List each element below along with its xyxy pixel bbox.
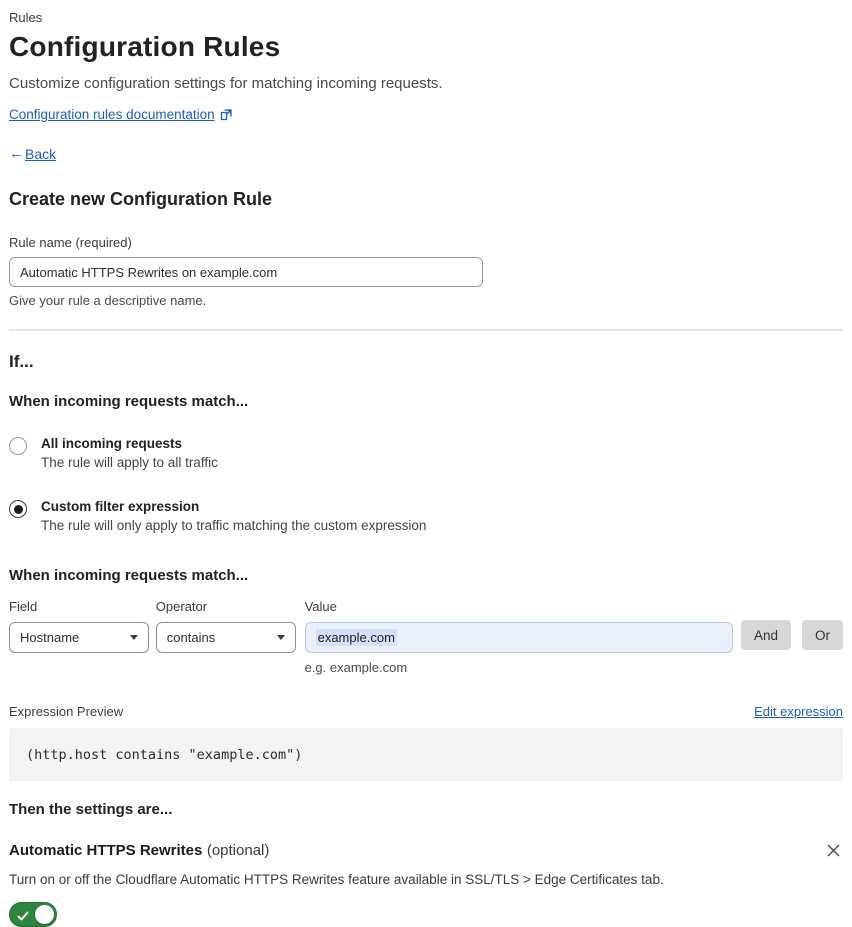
back-arrow-icon: ← bbox=[9, 145, 24, 162]
close-icon[interactable] bbox=[824, 841, 843, 860]
check-icon bbox=[17, 909, 29, 927]
operator-label: Operator bbox=[155, 599, 208, 614]
operator-select-value: contains bbox=[166, 630, 216, 645]
value-helper: e.g. example.com bbox=[304, 660, 408, 675]
setting-name: Automatic HTTPS Rewrites bbox=[9, 841, 203, 859]
toggle-knob[interactable] bbox=[35, 905, 54, 924]
rule-name-input[interactable] bbox=[9, 257, 483, 287]
expression-preview-box: (http.host contains "example.com") bbox=[9, 728, 843, 781]
radio-custom-filter-expression[interactable]: Custom filter expression The rule will o… bbox=[9, 499, 843, 533]
field-select[interactable]: Hostname bbox=[9, 622, 149, 653]
radio-description: The rule will only apply to traffic matc… bbox=[41, 518, 427, 533]
radio-label: Custom filter expression bbox=[41, 499, 200, 514]
section-divider bbox=[9, 329, 843, 331]
or-button[interactable]: Or bbox=[802, 620, 843, 650]
page-title: Configuration Rules bbox=[9, 31, 281, 62]
documentation-link[interactable]: Configuration rules documentation bbox=[9, 107, 215, 122]
expression-code: (http.host contains "example.com") bbox=[26, 746, 303, 763]
rule-name-label: Rule name (required) bbox=[9, 235, 132, 250]
then-heading: Then the settings are... bbox=[9, 801, 173, 818]
back-link[interactable]: Back bbox=[25, 146, 56, 162]
match-heading: When incoming requests match... bbox=[9, 393, 249, 410]
create-rule-heading: Create new Configuration Rule bbox=[9, 189, 273, 209]
radio-description: The rule will apply to all traffic bbox=[41, 455, 218, 470]
chevron-down-icon bbox=[276, 635, 285, 640]
value-label: Value bbox=[304, 599, 337, 614]
radio-selected-icon[interactable] bbox=[9, 500, 27, 518]
expression-preview-label: Expression Preview bbox=[9, 704, 124, 719]
setting-optional-label: (optional) bbox=[206, 841, 270, 859]
field-select-value: Hostname bbox=[20, 630, 80, 645]
breadcrumb: Rules bbox=[9, 10, 43, 25]
external-link-icon bbox=[220, 108, 232, 121]
chevron-down-icon bbox=[129, 635, 138, 640]
operator-select[interactable]: contains bbox=[155, 622, 296, 653]
edit-expression-link[interactable]: Edit expression bbox=[754, 704, 843, 719]
page-subtitle: Customize configuration settings for mat… bbox=[9, 75, 443, 92]
builder-heading: When incoming requests match... bbox=[9, 567, 249, 584]
radio-all-incoming-requests[interactable]: All incoming requests The rule will appl… bbox=[9, 436, 843, 470]
rule-name-helper: Give your rule a descriptive name. bbox=[9, 293, 207, 308]
field-label: Field bbox=[9, 599, 38, 614]
and-button[interactable]: And bbox=[740, 620, 791, 650]
radio-label: All incoming requests bbox=[41, 436, 183, 451]
setting-description: Turn on or off the Cloudflare Automatic … bbox=[9, 872, 664, 887]
value-input-text: example.com bbox=[315, 629, 397, 646]
radio-unselected-icon[interactable] bbox=[9, 437, 27, 455]
value-input[interactable]: example.com bbox=[304, 622, 733, 653]
if-heading: If... bbox=[9, 352, 34, 371]
